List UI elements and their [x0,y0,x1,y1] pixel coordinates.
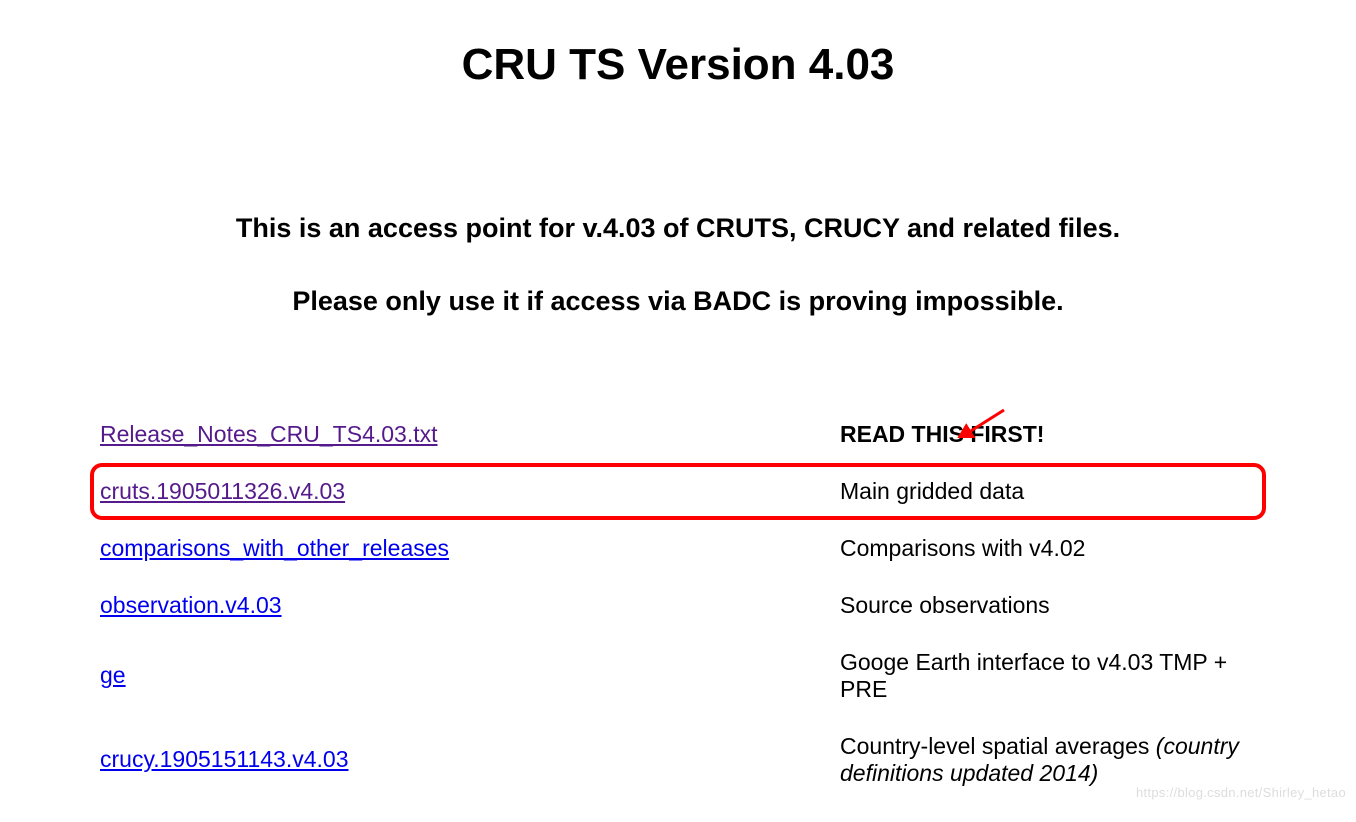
file-row-crucy: crucy.1905151143.v4.03 Country-level spa… [90,718,1266,802]
link-cruts-main[interactable]: cruts.1905011326.v4.03 [100,478,840,505]
desc-ge: Googe Earth interface to v4.03 TMP + PRE [840,649,1256,703]
desc-comparisons: Comparisons with v4.02 [840,535,1256,562]
file-row-comparisons: comparisons_with_other_releases Comparis… [90,520,1266,577]
file-row-ge: ge Googe Earth interface to v4.03 TMP + … [90,634,1266,718]
link-comparisons[interactable]: comparisons_with_other_releases [100,535,840,562]
link-ge[interactable]: ge [100,662,840,689]
desc-observation: Source observations [840,592,1256,619]
intro-line-2: Please only use it if access via BADC is… [0,283,1356,321]
file-row-release-notes: Release_Notes_CRU_TS4.03.txt READ THIS F… [90,406,1266,463]
desc-release-notes: READ THIS FIRST! [840,421,1256,448]
intro-block: This is an access point for v.4.03 of CR… [0,210,1356,321]
file-row-observation: observation.v4.03 Source observations [90,577,1266,634]
link-release-notes[interactable]: Release_Notes_CRU_TS4.03.txt [100,421,840,448]
desc-crucy-text: Country-level spatial averages [840,733,1156,759]
desc-crucy: Country-level spatial averages (country … [840,733,1256,787]
intro-line-1: This is an access point for v.4.03 of CR… [0,210,1356,248]
link-crucy[interactable]: crucy.1905151143.v4.03 [100,746,840,773]
watermark: https://blog.csdn.net/Shirley_hetao [1136,785,1346,800]
file-list: Release_Notes_CRU_TS4.03.txt READ THIS F… [0,406,1356,802]
file-row-cruts-main: cruts.1905011326.v4.03 Main gridded data [90,463,1266,520]
page-container: CRU TS Version 4.03 This is an access po… [0,40,1356,802]
link-observation[interactable]: observation.v4.03 [100,592,840,619]
page-title: CRU TS Version 4.03 [0,40,1356,90]
desc-cruts-main: Main gridded data [840,478,1256,505]
arrow-icon [956,408,1006,444]
